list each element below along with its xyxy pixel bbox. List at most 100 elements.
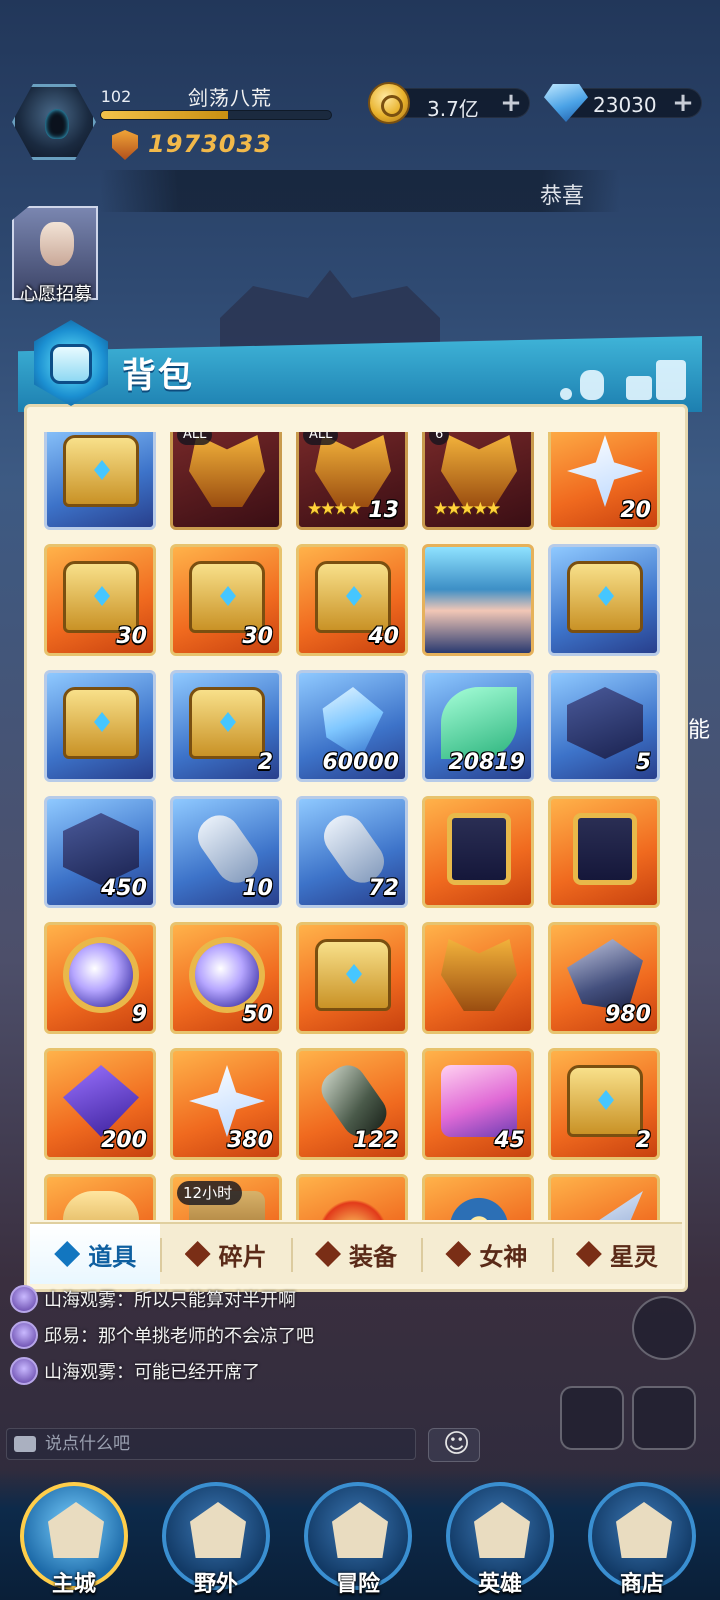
bag-item-slot[interactable] bbox=[296, 1174, 408, 1220]
item-count: 5 bbox=[635, 750, 651, 775]
nav-label: 主城 bbox=[51, 1572, 96, 1597]
chat-avatar bbox=[10, 1357, 38, 1385]
wish-recruit-label: 心愿招募 bbox=[20, 284, 92, 305]
bag-item-slot[interactable] bbox=[548, 544, 660, 656]
bag-item-slot[interactable]: 30 bbox=[170, 544, 282, 656]
tab-label: 道具 bbox=[88, 1242, 137, 1271]
crystal-icon bbox=[322, 687, 384, 759]
item-count: 380 bbox=[227, 1128, 273, 1153]
player-name: 剑荡八荒 bbox=[188, 86, 272, 110]
bag-item-slot[interactable]: 6 ★★★★★ bbox=[422, 432, 534, 530]
bag-item-slot[interactable]: 20819 bbox=[422, 670, 534, 782]
chat-bubble-icon bbox=[14, 1436, 36, 1452]
add-gem-button[interactable]: + bbox=[671, 90, 695, 116]
power-icon bbox=[112, 130, 138, 160]
bag-item-slot[interactable]: 10 bbox=[170, 796, 282, 908]
item-count: 980 bbox=[605, 1002, 651, 1027]
nav-label: 野外 bbox=[193, 1572, 238, 1597]
add-gold-button[interactable]: + bbox=[499, 90, 523, 116]
item-grid-viewport[interactable]: ALL ALL ★★★★ 13 6 ★★★★★ 20 30 30 40 2 60000 20819 5 45… bbox=[44, 432, 676, 1220]
bag-item-slot[interactable]: 2 bbox=[170, 670, 282, 782]
bag-item-slot[interactable]: 450 bbox=[44, 796, 156, 908]
gold-value: 3.7亿 bbox=[427, 97, 479, 121]
item-count: 60000 bbox=[322, 750, 399, 775]
emoji-button[interactable] bbox=[428, 1428, 480, 1462]
bag-item-slot[interactable]: 122 bbox=[296, 1048, 408, 1160]
tab-label: 碎片 bbox=[218, 1242, 267, 1271]
bag-item-slot[interactable]: 60000 bbox=[296, 670, 408, 782]
spike-icon bbox=[567, 1191, 643, 1220]
leaf-icon bbox=[441, 687, 517, 759]
tab-0[interactable]: 道具 bbox=[30, 1224, 161, 1284]
bag-item-slot[interactable]: 45 bbox=[422, 1048, 534, 1160]
item-count: 50 bbox=[242, 1002, 273, 1027]
bag-item-slot[interactable]: 30 bbox=[44, 544, 156, 656]
gemstone-icon bbox=[567, 939, 643, 1011]
ranking-button[interactable] bbox=[560, 1386, 624, 1450]
bag-item-slot[interactable] bbox=[44, 670, 156, 782]
bag-item-slot[interactable]: 9 bbox=[44, 922, 156, 1034]
hero-portrait-icon bbox=[40, 222, 74, 266]
shop-icon bbox=[616, 1502, 672, 1558]
marquee-text: 恭喜 bbox=[539, 184, 584, 209]
item-count: 2 bbox=[257, 750, 273, 775]
chest-icon bbox=[567, 561, 643, 633]
tab-2[interactable]: 装备 bbox=[290, 1224, 421, 1284]
friends-button[interactable] bbox=[632, 1296, 696, 1360]
bag-item-slot[interactable] bbox=[296, 922, 408, 1034]
power-value: 1973033 bbox=[148, 130, 272, 158]
bag-item-slot[interactable]: 200 bbox=[44, 1048, 156, 1160]
chat-message: 邱易：那个单挑老师的不会凉了吧 bbox=[10, 1320, 314, 1350]
chat-input[interactable]: 说点什么吧 bbox=[6, 1428, 416, 1460]
item-count: 450 bbox=[101, 876, 147, 901]
player-avatar[interactable] bbox=[12, 84, 96, 160]
item-badge: ALL bbox=[177, 432, 213, 445]
background-temple bbox=[220, 270, 440, 350]
orb-icon bbox=[195, 943, 259, 1007]
shard-icon bbox=[184, 1241, 211, 1267]
nav-label: 英雄 bbox=[477, 1572, 522, 1597]
player-level: 102 bbox=[100, 87, 132, 106]
bag-item-slot[interactable]: 12小时 bbox=[170, 1174, 282, 1220]
mask-icon bbox=[441, 939, 517, 1011]
chat-message-text: 山海观雾：可能已经开席了 bbox=[44, 1362, 260, 1383]
side-peek-text: 能 bbox=[688, 718, 711, 743]
bag-item-slot[interactable] bbox=[422, 544, 534, 656]
bag-item-slot[interactable] bbox=[44, 1174, 156, 1220]
item-count: 20819 bbox=[448, 750, 525, 775]
bag-item-slot[interactable] bbox=[422, 1174, 534, 1220]
bag-item-slot[interactable]: 72 bbox=[296, 796, 408, 908]
chat-message-text: 邱易：那个单挑老师的不会凉了吧 bbox=[44, 1326, 314, 1347]
bag-item-slot[interactable]: 20 bbox=[548, 432, 660, 530]
bag-item-slot[interactable]: 5 bbox=[548, 670, 660, 782]
tab-1[interactable]: 碎片 bbox=[160, 1224, 290, 1284]
backpack-button[interactable] bbox=[632, 1386, 696, 1450]
tab-4[interactable]: 星灵 bbox=[551, 1224, 682, 1284]
header-decoration bbox=[560, 360, 690, 404]
item-badge: ALL bbox=[303, 432, 339, 445]
bag-item-slot[interactable]: 380 bbox=[170, 1048, 282, 1160]
chat-message: 山海观雾：可能已经开席了 bbox=[10, 1356, 260, 1386]
bag-item-slot[interactable] bbox=[422, 922, 534, 1034]
bag-item-slot[interactable] bbox=[548, 796, 660, 908]
bag-item-slot[interactable] bbox=[548, 1174, 660, 1220]
item-count: 30 bbox=[242, 624, 273, 649]
bag-item-slot[interactable]: 40 bbox=[296, 544, 408, 656]
star-icon bbox=[567, 435, 643, 507]
bag-item-slot[interactable]: 50 bbox=[170, 922, 282, 1034]
chest-icon bbox=[63, 435, 139, 507]
chat-message: 山海观雾：所以只能算对半开啊 bbox=[10, 1284, 296, 1314]
equipment-icon bbox=[315, 1241, 342, 1267]
bag-item-slot[interactable]: 980 bbox=[548, 922, 660, 1034]
tab-3[interactable]: 女神 bbox=[421, 1224, 551, 1284]
marquee-banner: 恭喜 bbox=[100, 170, 620, 212]
bag-item-slot[interactable]: ALL ★★★★ 13 bbox=[296, 432, 408, 530]
star-spirit-icon bbox=[575, 1241, 602, 1267]
nav-label: 商店 bbox=[619, 1572, 664, 1597]
bag-item-slot[interactable]: ALL bbox=[170, 432, 282, 530]
item-count: 122 bbox=[353, 1128, 399, 1153]
item-count: 10 bbox=[242, 876, 273, 901]
bag-item-slot[interactable]: 2 bbox=[548, 1048, 660, 1160]
bag-item-slot[interactable] bbox=[44, 432, 156, 530]
bag-item-slot[interactable] bbox=[422, 796, 534, 908]
